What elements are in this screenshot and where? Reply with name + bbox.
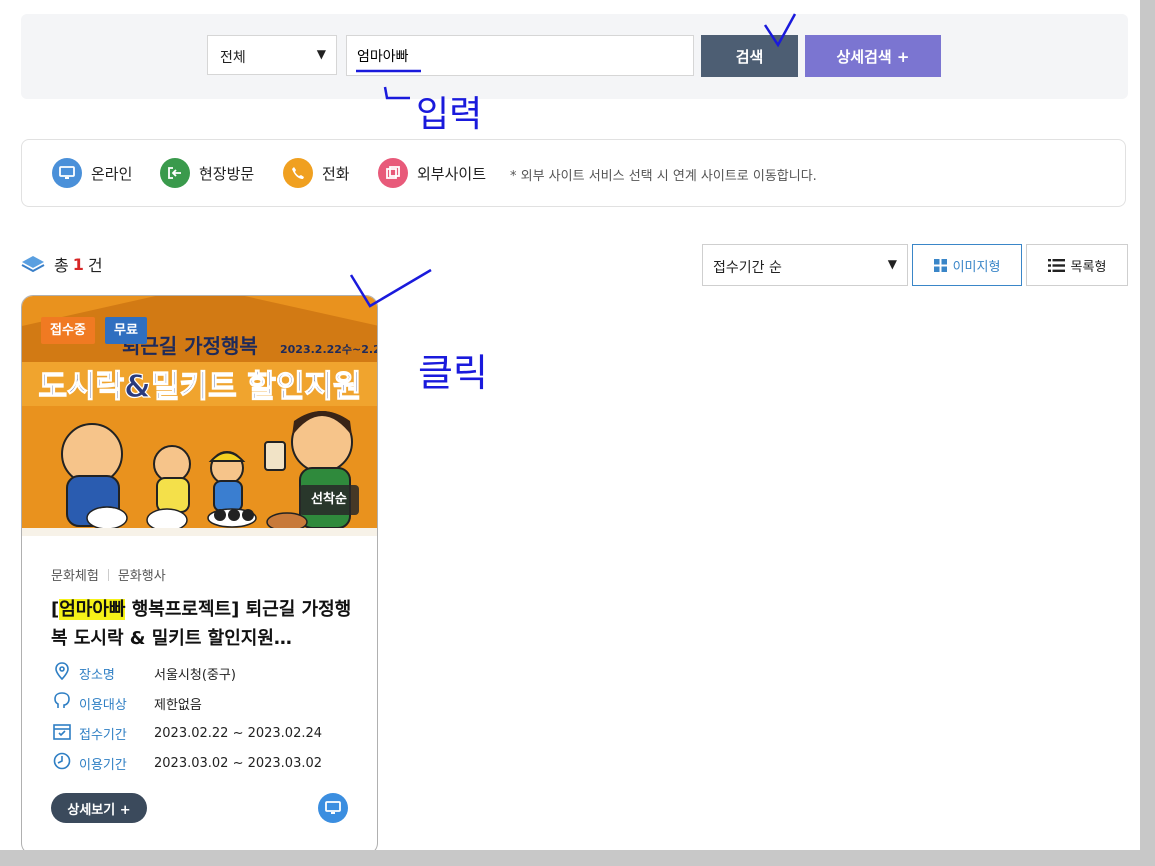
card-categories: 문화체험 문화행사 <box>51 565 166 584</box>
category-select-value: 전체 <box>220 50 246 66</box>
clock-icon <box>51 752 73 774</box>
page: 전체 ▼ 검색 상세검색 + 온라인 현장방문 전화 외 <box>0 0 1140 850</box>
phone-icon <box>283 158 313 188</box>
use-period-value: 2023.03.02 ~ 2023.03.02 <box>154 755 323 771</box>
place-value: 서울시청(중구) <box>154 667 236 683</box>
service-type-legend: 온라인 현장방문 전화 외부사이트 * 외부 사이트 서비스 선택 시 연계 사… <box>21 139 1126 207</box>
door-enter-icon <box>160 158 190 188</box>
poster-headline: 도시락&밀키트 할인지원 <box>38 369 361 405</box>
info-use-period: 이용기간 2023.03.02 ~ 2023.03.02 <box>51 752 322 774</box>
reception-label: 접수기간 <box>79 727 127 743</box>
input-note: 입력 <box>416 94 482 135</box>
list-icon <box>1047 258 1065 272</box>
chevron-down-icon: ▼ <box>887 257 897 271</box>
poster-date: 2023.2.22수~2.24금 <box>280 343 378 356</box>
calendar-check-icon <box>51 722 73 744</box>
card-title[interactable]: [엄마아빠 행복프로젝트] 퇴근길 가정행복 도시락 & 밀키트 할인지원… <box>51 595 356 653</box>
advanced-search-button[interactable]: 상세검색 + <box>805 35 941 77</box>
legend-visit-label: 현장방문 <box>199 164 255 183</box>
person-head-icon <box>51 692 73 714</box>
title-keyword-highlight: 엄마아빠 <box>59 599 126 620</box>
legend-visit: 현장방문 <box>160 158 254 188</box>
result-total-suffix: 건 <box>87 256 103 275</box>
view-image-button[interactable]: 이미지형 <box>912 244 1022 286</box>
program-card[interactable]: 도시락&밀키트 할인지원 퇴근길 가정행복 2023.2.22수~2.24금 <box>21 295 378 850</box>
reception-value: 2023.02.22 ~ 2023.02.24 <box>154 725 323 741</box>
legend-phone: 전화 <box>283 158 350 188</box>
legend-external: 외부사이트 <box>378 158 486 188</box>
status-badge: 접수중 <box>41 317 95 344</box>
first-come-badge: 선착순 <box>299 485 359 515</box>
result-total-prefix: 총 <box>54 256 69 275</box>
sort-select[interactable]: 접수기간 순 ▼ <box>702 244 908 286</box>
target-value: 제한없음 <box>154 697 202 713</box>
use-period-label: 이용기간 <box>79 757 127 773</box>
legend-note: * 외부 사이트 서비스 선택 시 연계 사이트로 이동합니다. <box>510 169 817 184</box>
legend-external-label: 외부사이트 <box>417 164 487 183</box>
view-list-label: 목록형 <box>1070 259 1107 275</box>
info-place: 장소명 서울시청(중구) <box>51 662 236 684</box>
grid-icon <box>933 258 947 272</box>
title-bracket: [ <box>51 599 60 620</box>
search-button[interactable]: 검색 <box>701 35 798 77</box>
sort-select-value: 접수기간 순 <box>713 260 782 276</box>
category-tag: 문화행사 <box>117 569 166 584</box>
legend-phone-label: 전화 <box>322 164 350 183</box>
program-thumbnail[interactable]: 도시락&밀키트 할인지원 퇴근길 가정행복 2023.2.22수~2.24금 <box>22 296 378 536</box>
info-target: 이용대상 제한없음 <box>51 692 202 714</box>
location-pin-icon <box>51 662 73 684</box>
external-window-icon <box>378 158 408 188</box>
monitor-icon <box>52 158 82 188</box>
legend-online-label: 온라인 <box>91 164 133 183</box>
place-label: 장소명 <box>79 667 115 683</box>
search-input[interactable] <box>346 35 694 76</box>
click-note: 클릭 <box>418 351 488 395</box>
chevron-down-icon: ▼ <box>316 47 326 61</box>
view-list-button[interactable]: 목록형 <box>1026 244 1128 286</box>
category-select[interactable]: 전체 ▼ <box>207 35 337 75</box>
legend-online: 온라인 <box>52 158 132 188</box>
category-tag: 문화체험 <box>51 569 99 584</box>
category-divider <box>107 568 109 581</box>
detail-view-button[interactable]: 상세보기 + <box>51 793 147 823</box>
online-service-icon <box>318 793 348 823</box>
result-total: 총 1 건 <box>21 252 103 276</box>
fee-badge: 무료 <box>105 317 147 344</box>
info-reception: 접수기간 2023.02.22 ~ 2023.02.24 <box>51 722 322 744</box>
target-label: 이용대상 <box>79 697 127 713</box>
result-count: 1 <box>72 254 84 274</box>
layers-icon <box>21 256 45 273</box>
view-image-label: 이미지형 <box>952 259 1001 275</box>
